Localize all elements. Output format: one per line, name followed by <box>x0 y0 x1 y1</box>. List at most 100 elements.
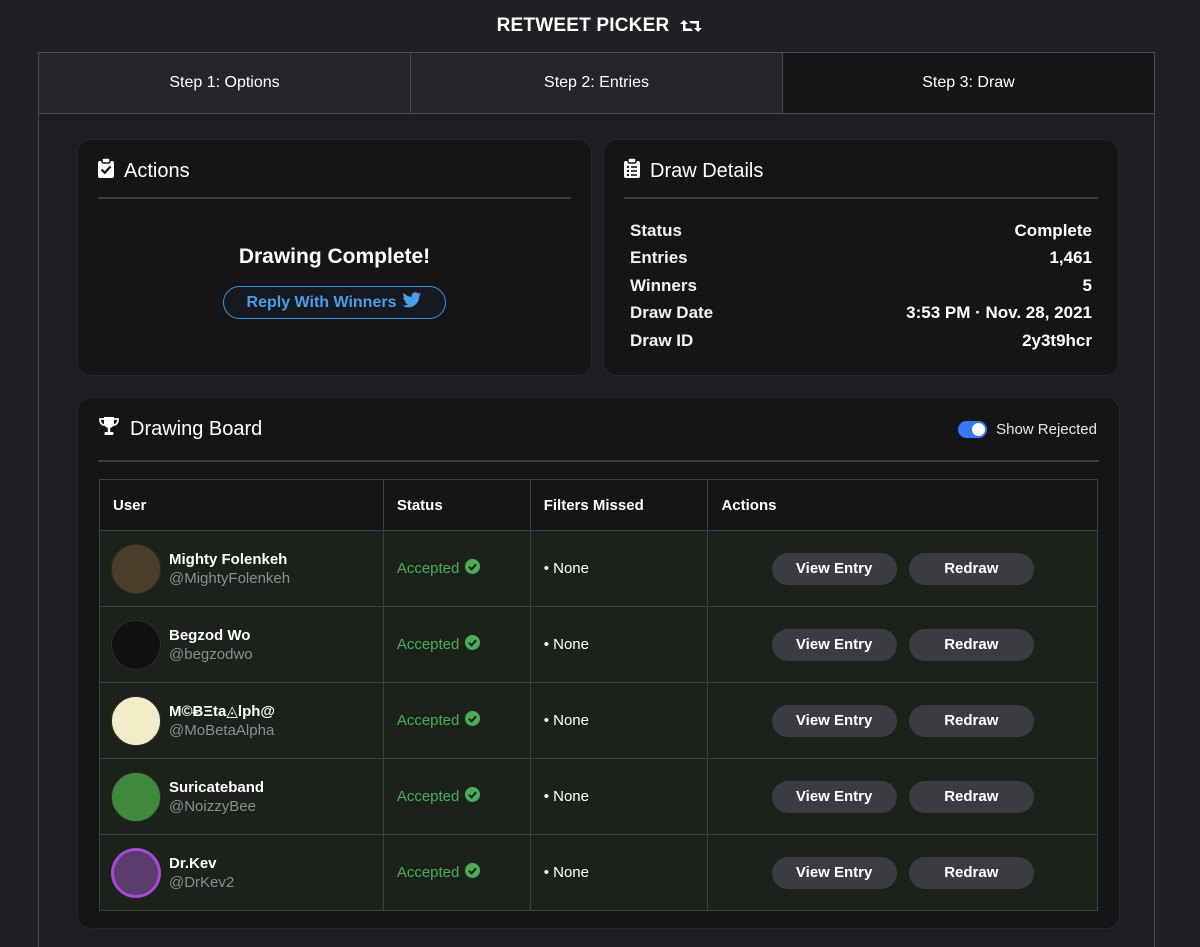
filters-missed-value: • None <box>543 864 589 881</box>
draw-details-list: Status Complete Entries 1,461 Winners 5 … <box>630 217 1092 355</box>
user-cell: Mighty Folenkeh @MightyFolenkeh <box>99 530 384 607</box>
drawing-complete-message: Drawing Complete! <box>238 245 431 268</box>
user-handle[interactable]: @NoizzyBee <box>169 798 264 815</box>
show-rejected-toggle[interactable] <box>958 421 988 438</box>
status-text: Accepted <box>396 864 460 881</box>
step-tabs: Step 1: Options Step 2: Entries Step 3: … <box>39 53 1154 114</box>
user-display-name: Suricateband <box>169 778 265 796</box>
check-circle-icon <box>465 559 481 578</box>
actions-cell: View Entry Redraw <box>707 606 1098 683</box>
status-badge: Accepted <box>397 787 481 806</box>
avatar[interactable] <box>111 771 161 822</box>
filters-cell: • None <box>529 758 709 835</box>
filters-cell: • None <box>529 606 709 683</box>
drawing-board-title: Drawing Board <box>130 417 263 440</box>
view-entry-button[interactable]: View Entry <box>771 856 897 889</box>
user-display-name: Dr.Kev <box>169 854 217 872</box>
user-handle[interactable]: @MightyFolenkeh <box>169 570 290 587</box>
twitter-bird-icon <box>402 291 422 314</box>
redraw-button[interactable]: Redraw <box>908 628 1034 661</box>
detail-value: 1,461 <box>1049 248 1092 268</box>
filters-missed-value: • None <box>543 636 589 653</box>
app-header: RETWEET PICKER <box>0 0 1200 52</box>
column-header-status: Status <box>382 479 531 531</box>
draw-details-header: Draw Details <box>624 157 763 184</box>
redraw-button[interactable]: Redraw <box>908 780 1034 813</box>
user-display-name: Mighty Folenkeh <box>169 550 288 568</box>
detail-key: Entries <box>630 248 688 268</box>
reply-button-label: Reply With Winners <box>246 293 397 311</box>
tab-step-2-entries[interactable]: Step 2: Entries <box>411 53 783 113</box>
status-cell: Accepted <box>382 682 531 759</box>
status-text: Accepted <box>396 636 460 653</box>
detail-key: Draw Date <box>630 303 714 323</box>
detail-row-draw-id: Draw ID 2y3t9hcr <box>630 327 1092 355</box>
user-handle[interactable]: @DrKev2 <box>169 874 234 891</box>
user-cell: Begzod Wo @begzodwo <box>99 606 384 683</box>
draw-details-card: Draw Details Status Complete Entries 1,4… <box>603 139 1119 376</box>
detail-row-winners: Winners 5 <box>630 272 1092 300</box>
actions-card: Actions Drawing Complete! Reply With Win… <box>77 139 592 376</box>
reply-with-winners-button[interactable]: Reply With Winners <box>223 286 446 319</box>
table-row: M©ɃΞta◬lph@ @MoBetaAlpha Accepted • None… <box>99 682 1098 759</box>
table-row: Suricateband @NoizzyBee Accepted • None … <box>99 758 1098 835</box>
show-rejected-label: Show Rejected <box>996 421 1097 438</box>
status-badge: Accepted <box>397 635 481 654</box>
tab-step-1-options[interactable]: Step 1: Options <box>39 53 411 113</box>
status-text: Accepted <box>396 560 460 577</box>
view-entry-button[interactable]: View Entry <box>771 552 897 585</box>
user-handle[interactable]: @begzodwo <box>169 646 253 663</box>
check-circle-icon <box>465 711 481 730</box>
clipboard-check-icon <box>98 157 114 184</box>
check-circle-icon <box>465 787 481 806</box>
drawing-board-header: Drawing Board <box>98 416 262 442</box>
view-entry-button[interactable]: View Entry <box>771 628 897 661</box>
status-badge: Accepted <box>397 863 481 882</box>
actions-divider <box>98 197 571 199</box>
table-row: Begzod Wo @begzodwo Accepted • None View… <box>99 606 1098 683</box>
trophy-icon <box>98 416 120 442</box>
user-cell: M©ɃΞta◬lph@ @MoBetaAlpha <box>99 682 384 759</box>
detail-key: Status <box>630 220 682 240</box>
wizard-panel: Step 1: Options Step 2: Entries Step 3: … <box>38 52 1155 947</box>
redraw-button[interactable]: Redraw <box>908 704 1034 737</box>
draw-details-divider <box>624 197 1098 199</box>
column-header-actions: Actions <box>707 479 1098 531</box>
status-cell: Accepted <box>382 834 531 911</box>
user-display-name: M©ɃΞta◬lph@ <box>169 703 276 720</box>
tab-step-3-draw[interactable]: Step 3: Draw <box>783 53 1154 113</box>
detail-value: 3:53 PM · Nov. 28, 2021 <box>906 303 1092 323</box>
filters-missed-value: • None <box>543 712 589 729</box>
user-cell: Suricateband @NoizzyBee <box>99 758 384 835</box>
detail-key: Draw ID <box>630 330 694 350</box>
detail-value: Complete <box>1014 220 1092 240</box>
detail-key: Winners <box>630 275 697 295</box>
status-text: Accepted <box>396 712 460 729</box>
show-rejected-control: Show Rejected <box>958 421 1097 438</box>
redraw-button[interactable]: Redraw <box>908 552 1034 585</box>
table-row: Dr.Kev @DrKev2 Accepted • None View Entr… <box>99 834 1098 911</box>
user-handle[interactable]: @MoBetaAlpha <box>169 722 275 739</box>
detail-row-entries: Entries 1,461 <box>630 245 1092 273</box>
user-display-name: Begzod Wo <box>169 626 251 644</box>
actions-cell: View Entry Redraw <box>707 682 1098 759</box>
avatar[interactable] <box>111 695 161 746</box>
table-header-row: User Status Filters Missed Actions <box>99 479 1098 531</box>
filters-missed-value: • None <box>543 788 589 805</box>
view-entry-button[interactable]: View Entry <box>771 704 897 737</box>
avatar[interactable] <box>111 847 161 898</box>
retweet-icon <box>679 16 703 36</box>
avatar[interactable] <box>111 619 161 670</box>
actions-header: Actions <box>98 157 190 184</box>
filters-cell: • None <box>529 530 709 607</box>
filters-cell: • None <box>529 682 709 759</box>
redraw-button[interactable]: Redraw <box>908 856 1034 889</box>
winners-table: User Status Filters Missed Actions Might… <box>99 479 1098 911</box>
avatar[interactable] <box>111 543 161 594</box>
filters-missed-value: • None <box>543 560 589 577</box>
check-circle-icon <box>465 635 481 654</box>
status-badge: Accepted <box>397 711 481 730</box>
actions-cell: View Entry Redraw <box>707 530 1098 607</box>
view-entry-button[interactable]: View Entry <box>771 780 897 813</box>
filters-cell: • None <box>529 834 709 911</box>
